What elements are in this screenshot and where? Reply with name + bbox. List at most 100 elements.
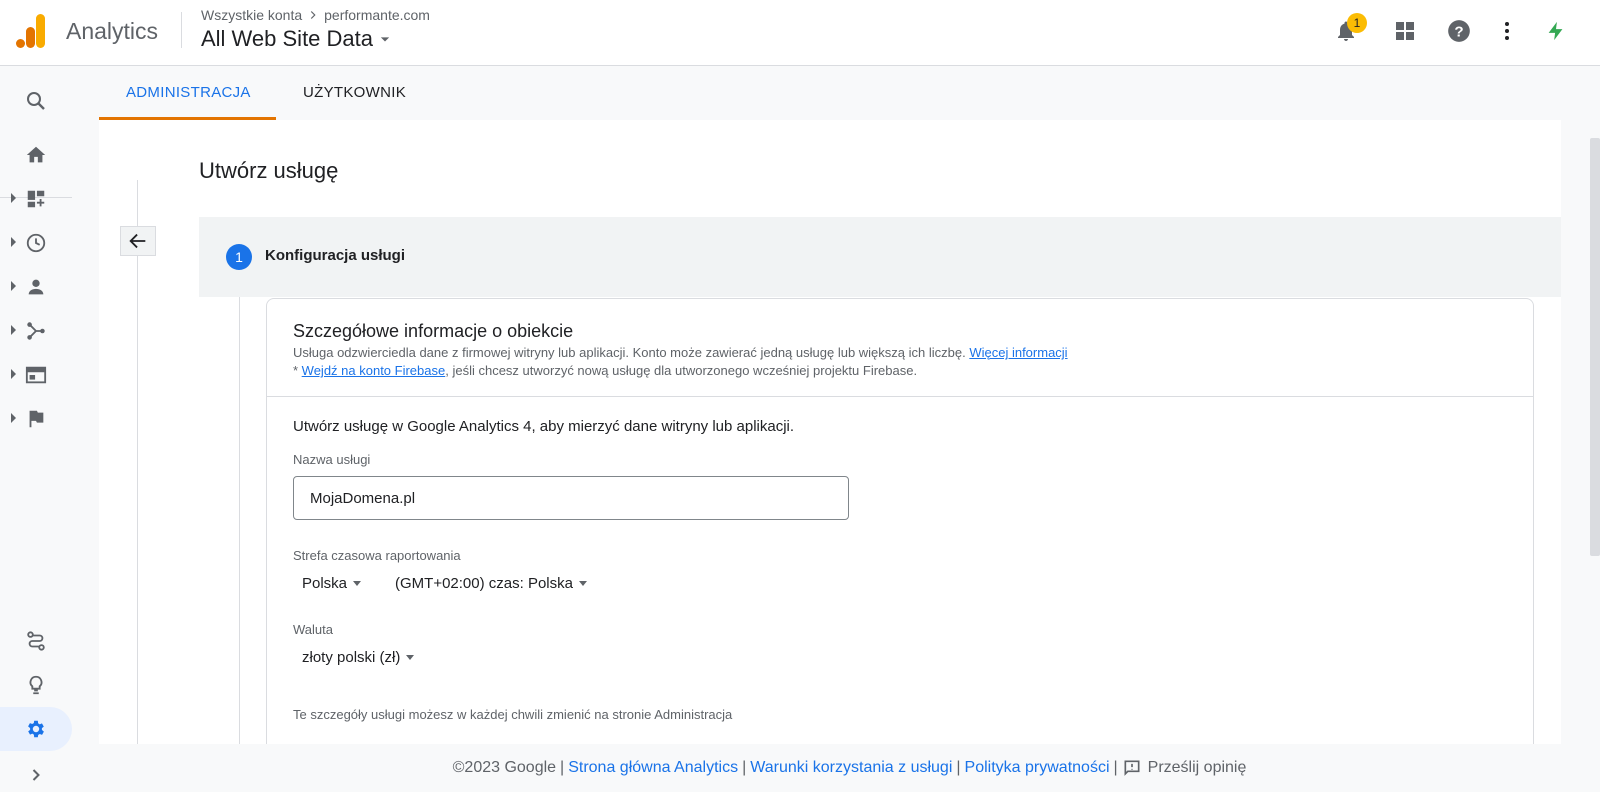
breadcrumb-root[interactable]: Wszystkie konta — [201, 7, 302, 23]
rail-home[interactable] — [0, 133, 72, 177]
footer-separator: | — [956, 759, 961, 776]
firebase-note: * Wejdź na konto Firebase, jeśli chcesz … — [293, 363, 917, 378]
property-name-input[interactable] — [293, 476, 849, 520]
rail-customization[interactable] — [0, 177, 72, 221]
card-header: Szczegółowe informacje o obiekcie Usługa… — [267, 299, 1533, 397]
property-selector[interactable]: All Web Site Data — [201, 26, 395, 52]
rail-realtime[interactable] — [0, 221, 72, 265]
currency-value: złoty polski (zł) — [302, 649, 401, 666]
property-name-label: Nazwa usługi — [293, 452, 371, 467]
home-icon — [26, 146, 46, 163]
rail-expand[interactable] — [0, 753, 72, 792]
stepper-header[interactable]: 1 Konfiguracja usługi — [199, 217, 1561, 297]
expand-caret-icon — [11, 325, 16, 335]
footer: ©2023 Google | Strona główna Analytics |… — [99, 744, 1600, 792]
web-page-icon — [25, 366, 47, 384]
expand-caret-icon — [11, 369, 16, 379]
arrow-back-icon — [129, 233, 146, 249]
card-intro: Utwórz usługę w Google Analytics 4, aby … — [293, 418, 795, 435]
back-button[interactable] — [120, 226, 156, 256]
arrow-drop-down-icon — [353, 581, 362, 586]
step-label: Konfiguracja usługi — [265, 247, 406, 264]
expand-caret-icon — [11, 281, 16, 291]
help-icon: ? — [1448, 20, 1470, 42]
route-icon — [27, 631, 45, 651]
rail-search[interactable] — [0, 79, 72, 123]
flag-icon — [29, 410, 44, 428]
expand-caret-icon — [11, 237, 16, 247]
timezone-label: Strefa czasowa raportowania — [293, 548, 461, 563]
step-number: 1 — [226, 244, 252, 270]
search-icon — [27, 92, 45, 110]
card-description: Usługa odzwierciedla dane z firmowej wit… — [293, 345, 1068, 360]
footer-link-privacy[interactable]: Polityka prywatności — [965, 759, 1110, 777]
top-app-bar: Analytics Wszystkie konta performante.co… — [0, 0, 1600, 66]
firebase-note-suffix: , jeśli chcesz utworzyć nową usługę dla … — [445, 363, 918, 378]
rail-discover[interactable] — [0, 663, 72, 707]
card-description-text: Usługa odzwierciedla dane z firmowej wit… — [293, 345, 970, 360]
rail-attribution[interactable] — [0, 619, 72, 663]
tab-administracja[interactable]: ADMINISTRACJA — [126, 84, 251, 101]
merge-type-icon — [27, 322, 45, 340]
property-details-card: Szczegółowe informacje o obiekcie Usługa… — [266, 298, 1534, 744]
svg-text:?: ? — [1454, 23, 1463, 40]
apps-button[interactable] — [1391, 17, 1419, 45]
tab-uzytkownik[interactable]: UŻYTKOWNIK — [303, 84, 406, 101]
analytics-logo-icon[interactable] — [16, 14, 46, 48]
expand-caret-icon — [11, 193, 16, 203]
currency-label: Waluta — [293, 622, 333, 637]
feedback-icon — [1124, 760, 1140, 776]
edit-later-note: Te szczegóły usługi możesz w każdej chwi… — [293, 707, 733, 722]
guide-line — [137, 180, 138, 744]
rail-admin[interactable] — [0, 707, 72, 751]
timezone-value: (GMT+02:00) czas: Polska — [395, 575, 573, 592]
currency-select[interactable]: złoty polski (zł) — [302, 649, 415, 666]
footer-separator: | — [1113, 759, 1118, 776]
help-button[interactable]: ? — [1445, 17, 1473, 45]
gear-icon — [28, 720, 44, 738]
arrow-drop-down-icon — [380, 37, 390, 42]
property-name: All Web Site Data — [201, 26, 374, 51]
person-icon — [28, 279, 44, 295]
more-info-link[interactable]: Więcej informacji — [969, 345, 1067, 360]
rail-audience[interactable] — [0, 265, 72, 309]
breadcrumb[interactable]: Wszystkie konta performante.com — [201, 7, 430, 23]
main-content: Utwórz usługę 1 Konfiguracja usługi Szcz… — [99, 120, 1561, 744]
lightning-bolt-icon — [1548, 21, 1563, 41]
chevron-right-icon — [310, 11, 316, 19]
firebase-link[interactable]: Wejdź na konto Firebase — [302, 363, 446, 378]
lightbulb-icon — [29, 675, 43, 695]
header-divider — [181, 12, 182, 48]
firebase-note-prefix: * — [293, 363, 302, 378]
stepper-line — [239, 297, 240, 744]
dashboard-add-icon — [27, 190, 45, 208]
page-scrollbar[interactable] — [1590, 138, 1600, 556]
apps-grid-icon — [1396, 22, 1414, 40]
footer-separator: | — [560, 759, 565, 776]
footer-separator: | — [742, 759, 747, 776]
admin-tabs: ADMINISTRACJA UŻYTKOWNIK — [99, 66, 1600, 120]
country-value: Polska — [302, 575, 348, 592]
more-options-button[interactable] — [1493, 17, 1521, 45]
arrow-drop-down-icon — [578, 581, 587, 586]
rail-behavior[interactable] — [0, 353, 72, 397]
rail-acquisition[interactable] — [0, 309, 72, 353]
footer-link-terms[interactable]: Warunki korzystania z usługi — [750, 759, 952, 777]
clock-icon — [26, 233, 46, 253]
card-title: Szczegółowe informacje o obiekcie — [293, 321, 574, 341]
copyright: ©2023 Google — [452, 759, 557, 776]
chevron-right-icon — [32, 769, 40, 781]
quick-action-button[interactable] — [1542, 17, 1570, 45]
left-navigation-rail — [0, 66, 72, 792]
send-feedback-label: Prześlij opinię — [1147, 759, 1247, 776]
expand-caret-icon — [11, 413, 16, 423]
timezone-select[interactable]: (GMT+02:00) czas: Polska — [395, 575, 587, 592]
send-feedback-button[interactable]: Prześlij opinię — [1122, 758, 1247, 778]
rail-conversions[interactable] — [0, 397, 72, 441]
notification-badge: 1 — [1347, 13, 1367, 33]
country-select[interactable]: Polska — [302, 575, 362, 592]
breadcrumb-account[interactable]: performante.com — [324, 7, 430, 23]
page-title: Utwórz usługę — [199, 158, 339, 183]
brand-name: Analytics — [66, 18, 159, 44]
footer-link-analytics-home[interactable]: Strona główna Analytics — [568, 759, 738, 777]
